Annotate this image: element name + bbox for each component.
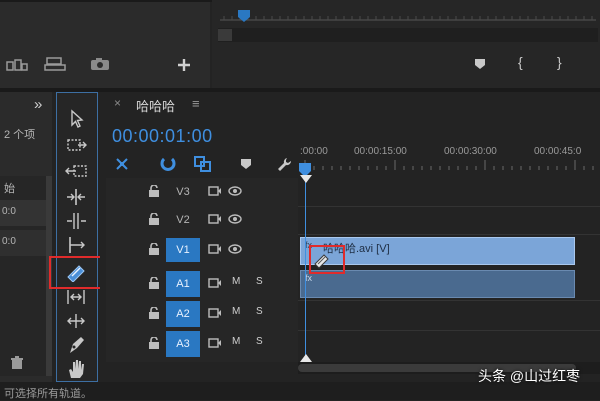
ruler-label: 00:00:15:00	[354, 146, 407, 157]
audio-clip[interactable]: fx	[300, 270, 575, 298]
camera-icon[interactable]	[90, 57, 110, 71]
ripple-edit-tool-icon[interactable]	[62, 186, 90, 208]
selection-tool-icon[interactable]	[62, 108, 90, 130]
trash-icon[interactable]	[10, 356, 24, 370]
track-a2: A2 M S	[108, 300, 298, 328]
snap-icon[interactable]	[160, 156, 176, 172]
track-name[interactable]: V3	[166, 183, 200, 201]
program-ruler[interactable]	[220, 8, 596, 24]
track-lane-divider	[298, 206, 600, 207]
sync-lock-icon[interactable]	[208, 337, 222, 349]
solo-button[interactable]: S	[256, 306, 263, 317]
lock-icon[interactable]	[148, 185, 160, 197]
track-v3: V3	[108, 178, 298, 206]
mark-out-button[interactable]: }	[557, 54, 562, 70]
track-v2: V2	[108, 206, 298, 234]
work-area-end-icon	[300, 354, 312, 362]
ruler-label: 00:00:30:00	[444, 146, 497, 157]
program-scroll-thumb[interactable]	[218, 29, 232, 41]
eye-icon[interactable]	[228, 243, 242, 255]
new-item-icon[interactable]	[176, 57, 192, 73]
status-text: 可选择所有轨道。	[4, 388, 92, 400]
timeline-marker-icon[interactable]	[240, 158, 252, 170]
track-name[interactable]: V2	[166, 211, 200, 229]
program-scroll-track[interactable]	[218, 28, 598, 42]
linked-selection-icon[interactable]	[194, 156, 212, 172]
pen-tool-icon[interactable]	[62, 334, 90, 356]
track-a3: A3 M S	[108, 330, 298, 358]
sync-lock-icon[interactable]	[208, 277, 222, 289]
track-select-tool-icon[interactable]	[62, 134, 90, 156]
fx-badge: fx	[305, 273, 313, 283]
solo-button[interactable]: S	[256, 336, 263, 347]
mute-button[interactable]: M	[232, 276, 240, 287]
lock-icon[interactable]	[148, 277, 160, 289]
lock-icon[interactable]	[148, 213, 160, 225]
timeline-close-button[interactable]: ×	[114, 96, 121, 110]
solo-button[interactable]: S	[256, 276, 263, 287]
list-view-icon[interactable]	[6, 58, 28, 72]
panel-menu-icon[interactable]: ≡	[192, 96, 200, 111]
watermark: 头条 @山过红枣	[478, 368, 581, 384]
sync-lock-icon[interactable]	[208, 307, 222, 319]
list-item-time: 0:0	[2, 236, 16, 247]
program-monitor: { }	[212, 0, 600, 88]
mute-button[interactable]: M	[232, 336, 240, 347]
work-area-start-icon	[300, 175, 312, 183]
track-v1: V1	[108, 236, 298, 264]
rate-stretch-tool-icon[interactable]	[62, 234, 90, 256]
list-item[interactable]: 0:0	[0, 230, 46, 256]
mark-in-button[interactable]: {	[518, 54, 523, 70]
nest-toggle-icon[interactable]	[114, 156, 130, 172]
track-name[interactable]: A1	[166, 271, 200, 297]
timecode-display[interactable]: 00:00:01:00	[112, 126, 213, 147]
slip-tool-icon[interactable]	[62, 286, 90, 308]
project-list: 始 0:0 0:0	[0, 176, 52, 376]
track-name[interactable]: A2	[166, 301, 200, 327]
lock-icon[interactable]	[148, 337, 160, 349]
sync-lock-icon[interactable]	[208, 185, 222, 197]
hand-tool-icon[interactable]	[62, 358, 90, 380]
timeline-ruler[interactable]: :00:00 00:00:15:00 00:00:30:00 00:00:45:…	[300, 124, 600, 178]
wrench-icon[interactable]	[276, 156, 292, 172]
list-item-time: 0:0	[2, 206, 16, 217]
sync-lock-icon[interactable]	[208, 213, 222, 225]
icon-view-icon[interactable]	[44, 57, 66, 71]
sequence-tab[interactable]: 哈哈哈	[136, 96, 175, 115]
track-name[interactable]: V1	[166, 238, 200, 262]
add-marker-icon[interactable]	[474, 58, 486, 70]
mute-button[interactable]: M	[232, 306, 240, 317]
top-left-icon-row	[0, 52, 210, 78]
list-item[interactable]: 0:0	[0, 200, 46, 226]
eye-icon[interactable]	[228, 185, 242, 197]
track-lane-divider	[298, 330, 600, 331]
razor-cursor-highlight	[309, 245, 345, 274]
ruler-label: 00:00:45:0	[534, 146, 582, 157]
lock-icon[interactable]	[148, 243, 160, 255]
lock-icon[interactable]	[148, 307, 160, 319]
project-panel: » 2 个项 始 0:0 0:0	[0, 92, 52, 382]
ruler-label: :00:00	[300, 146, 328, 157]
track-lane-divider	[298, 300, 600, 301]
track-lane-divider	[298, 234, 600, 235]
track-select-backward-tool-icon[interactable]	[62, 160, 90, 182]
slide-tool-icon[interactable]	[62, 310, 90, 332]
expand-panels-button[interactable]: »	[34, 96, 42, 113]
track-name[interactable]: A3	[166, 331, 200, 357]
eye-icon[interactable]	[228, 213, 242, 225]
item-count-text: 2 个项	[4, 129, 36, 141]
sync-lock-icon[interactable]	[208, 243, 222, 255]
list-item-name[interactable]: 始	[4, 180, 15, 196]
track-a1: A1 M S	[108, 270, 298, 298]
rolling-edit-tool-icon[interactable]	[62, 210, 90, 232]
playhead-line[interactable]	[305, 168, 306, 360]
